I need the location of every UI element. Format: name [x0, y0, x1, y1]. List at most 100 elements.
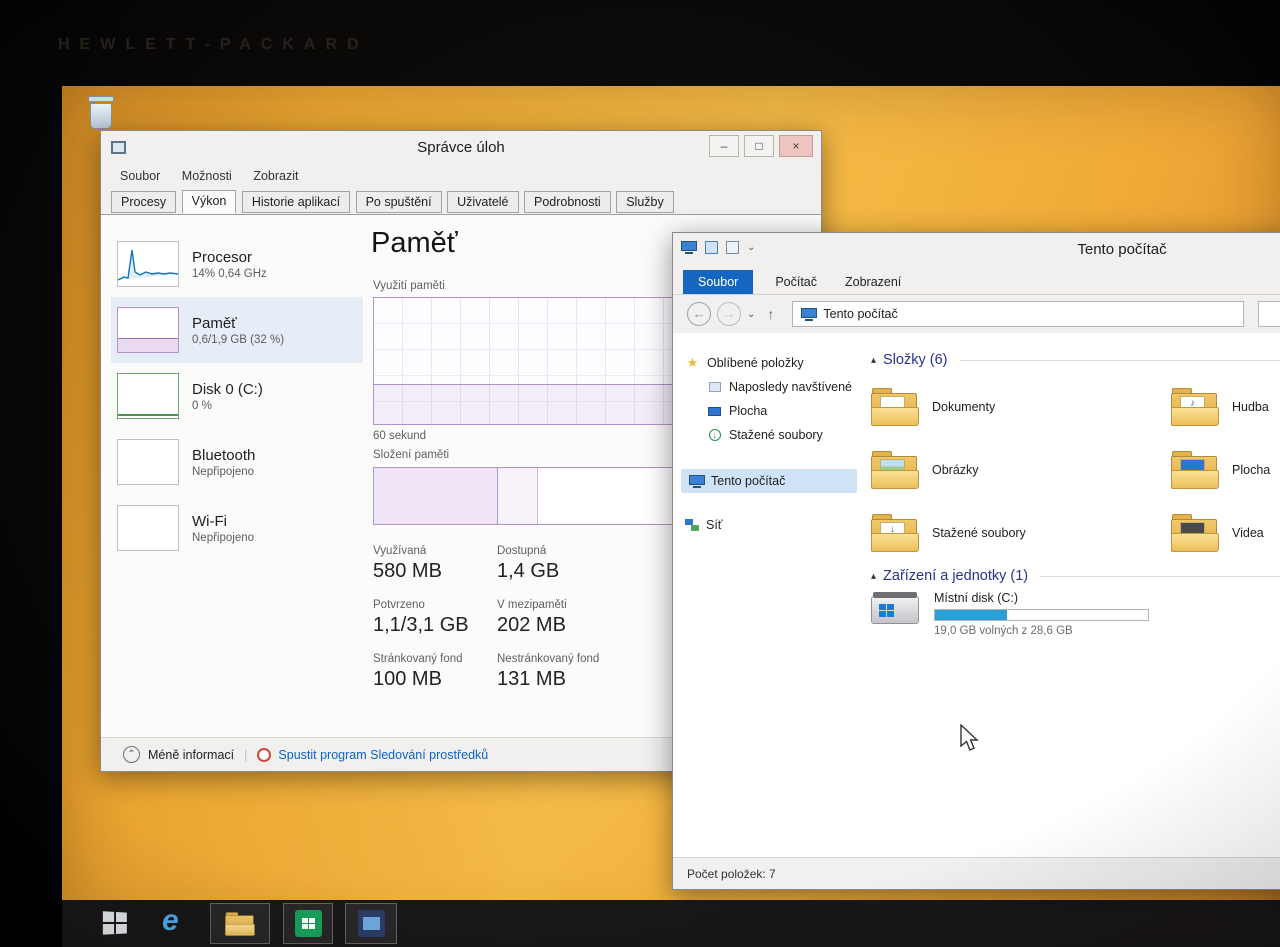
- sidebar-item-disk[interactable]: Disk 0 (C:) 0 %: [111, 363, 363, 429]
- folder-tile-obrazky[interactable]: Obrázky: [871, 444, 1163, 496]
- folder-label: Hudba: [1232, 400, 1269, 414]
- network-icon: [685, 519, 699, 531]
- less-info-button[interactable]: Méně informací: [148, 748, 234, 762]
- close-button[interactable]: ×: [779, 135, 813, 157]
- explorer-body: ★ Oblíbené položky Naposledy navštívené …: [673, 333, 1280, 857]
- windows-logo-icon: [103, 911, 114, 922]
- disk-graph-thumbnail: [117, 373, 179, 419]
- disk-activity-line: [118, 414, 178, 416]
- tab-historie-aplikaci[interactable]: Historie aplikací: [242, 191, 350, 213]
- taskbar-explorer-button[interactable]: [210, 903, 270, 944]
- mouse-cursor: [960, 724, 982, 754]
- ribbon-tab-pocitac[interactable]: Počítač: [769, 270, 823, 294]
- composition-segment-inuse: [374, 468, 498, 524]
- tab-procesy[interactable]: Procesy: [111, 191, 176, 213]
- sidebar-item-label: Disk 0 (C:): [192, 381, 263, 398]
- taskbar-store-button[interactable]: [283, 903, 333, 944]
- nav-downloads[interactable]: ↓ Stažené soubory: [673, 423, 863, 447]
- taskbar: e: [62, 900, 1280, 947]
- nav-label: Síť: [706, 518, 723, 532]
- back-button[interactable]: ←: [687, 302, 711, 326]
- up-button[interactable]: ↑: [761, 306, 780, 322]
- search-box[interactable]: [1258, 301, 1280, 327]
- folder-icon: [1171, 514, 1219, 552]
- folder-tile-videa[interactable]: Videa: [1171, 507, 1280, 559]
- folder-label: Dokumenty: [932, 400, 995, 414]
- folder-icon: ↓: [871, 514, 919, 552]
- time-axis-label: 60 sekund: [373, 430, 426, 442]
- tab-uzivatele[interactable]: Uživatelé: [447, 191, 518, 213]
- nav-this-pc[interactable]: Tento počítač: [681, 469, 857, 493]
- taskbar-photos-button[interactable]: [345, 903, 397, 944]
- history-dropdown-icon[interactable]: ⌄: [747, 309, 755, 320]
- recycle-bin-icon[interactable]: [86, 92, 116, 132]
- folder-tile-stazene-soubory[interactable]: ↓ Stažené soubory: [871, 507, 1163, 559]
- stat-value: 100 MB: [373, 668, 497, 691]
- windows-logo-icon: [879, 604, 894, 617]
- start-button[interactable]: [103, 911, 128, 935]
- recycle-bin-body: [90, 103, 112, 129]
- folder-tile-hudba[interactable]: ♪ Hudba: [1171, 381, 1280, 433]
- bluetooth-graph-thumbnail: [117, 439, 179, 485]
- tab-vykon[interactable]: Výkon: [182, 190, 237, 214]
- menu-moznosti[interactable]: Možnosti: [173, 165, 241, 187]
- folder-icon: ♪: [1171, 388, 1219, 426]
- nav-favorites[interactable]: ★ Oblíbené položky: [673, 351, 863, 375]
- stat-value: 1,1/3,1 GB: [373, 614, 497, 637]
- menu-zobrazit[interactable]: Zobrazit: [244, 165, 307, 187]
- folder-icon: [871, 388, 919, 426]
- chevron-up-circle-icon: ⌃: [123, 746, 140, 763]
- forward-button[interactable]: →: [717, 302, 741, 326]
- folder-content: ▴ Složky (6) Dokumenty ♪ Hudba Obrázky: [863, 333, 1280, 857]
- task-manager-tabstrip: Procesy Výkon Historie aplikací Po spušt…: [101, 189, 821, 215]
- menu-soubor[interactable]: Soubor: [111, 165, 169, 187]
- stat-label: Využívaná: [373, 545, 497, 557]
- explorer-titlebar[interactable]: ⌄ Tento počítač: [673, 233, 1280, 267]
- sidebar-item-detail: 0 %: [192, 400, 263, 412]
- stat-strankovany-fond: Stránkovaný fond 100 MB: [373, 653, 497, 691]
- cpu-graph-thumbnail: [117, 241, 179, 287]
- group-header-devices[interactable]: ▴ Zařízení a jednotky (1): [871, 568, 1280, 584]
- tab-podrobnosti[interactable]: Podrobnosti: [524, 191, 611, 213]
- address-bar[interactable]: Tento počítač: [792, 301, 1244, 327]
- drive-usage-fill: [935, 610, 1007, 620]
- ribbon-tab-soubor[interactable]: Soubor: [683, 270, 753, 294]
- folder-tile-plocha[interactable]: Plocha: [1171, 444, 1280, 496]
- internet-explorer-icon[interactable]: e: [162, 904, 179, 938]
- nav-label: Stažené soubory: [729, 428, 823, 442]
- folder-icon: [225, 912, 255, 936]
- minimize-button[interactable]: –: [709, 135, 739, 157]
- nav-recent[interactable]: Naposledy navštívené: [673, 375, 863, 399]
- sidebar-item-procesor[interactable]: Procesor 14% 0,64 GHz: [111, 231, 363, 297]
- drive-capacity-bar: [934, 609, 1149, 621]
- open-resource-monitor-link[interactable]: Spustit program Sledování prostředků: [278, 748, 488, 762]
- downloads-icon: ↓: [707, 429, 722, 442]
- group-header-folders[interactable]: ▴ Složky (6): [871, 352, 1280, 368]
- explorer-window: ⌄ Tento počítač Soubor Počítač Zobrazení…: [672, 232, 1280, 890]
- wifi-graph-thumbnail: [117, 505, 179, 551]
- folder-tile-dokumenty[interactable]: Dokumenty: [871, 381, 1163, 433]
- nav-label: Tento počítač: [711, 474, 785, 488]
- nav-label: Plocha: [729, 404, 767, 418]
- drive-tile-c[interactable]: Místní disk (C:) 19,0 GB volných z 28,6 …: [871, 591, 1149, 637]
- group-header-label: Složky (6): [883, 352, 947, 368]
- maximize-button[interactable]: □: [744, 135, 774, 157]
- tab-sluzby[interactable]: Služby: [616, 191, 674, 213]
- store-icon: [295, 910, 322, 937]
- task-manager-titlebar[interactable]: Správce úloh – □ ×: [101, 131, 821, 165]
- address-toolbar: ← → ⌄ ↑ Tento počítač: [673, 295, 1280, 333]
- sidebar-item-wifi[interactable]: Wi-Fi Nepřipojeno: [111, 495, 363, 561]
- sidebar-item-pamet[interactable]: Paměť 0,6/1,9 GB (32 %): [111, 297, 363, 363]
- group-header-rule: [1040, 576, 1280, 577]
- address-pc-icon: [801, 308, 817, 321]
- sidebar-item-bluetooth[interactable]: Bluetooth Nepřipojeno: [111, 429, 363, 495]
- stat-potvrzeno: Potvrzeno 1,1/3,1 GB: [373, 599, 497, 637]
- sidebar-item-detail: 14% 0,64 GHz: [192, 268, 267, 280]
- nav-desktop[interactable]: Plocha: [673, 399, 863, 423]
- tab-po-spusteni[interactable]: Po spuštění: [356, 191, 442, 213]
- sidebar-item-detail: Nepřipojeno: [192, 532, 254, 544]
- nav-network[interactable]: Síť: [673, 513, 863, 537]
- task-manager-menubar: Soubor Možnosti Zobrazit: [101, 165, 307, 189]
- ribbon-tab-zobrazeni[interactable]: Zobrazení: [839, 270, 907, 294]
- recycle-bin-lid: [88, 96, 114, 102]
